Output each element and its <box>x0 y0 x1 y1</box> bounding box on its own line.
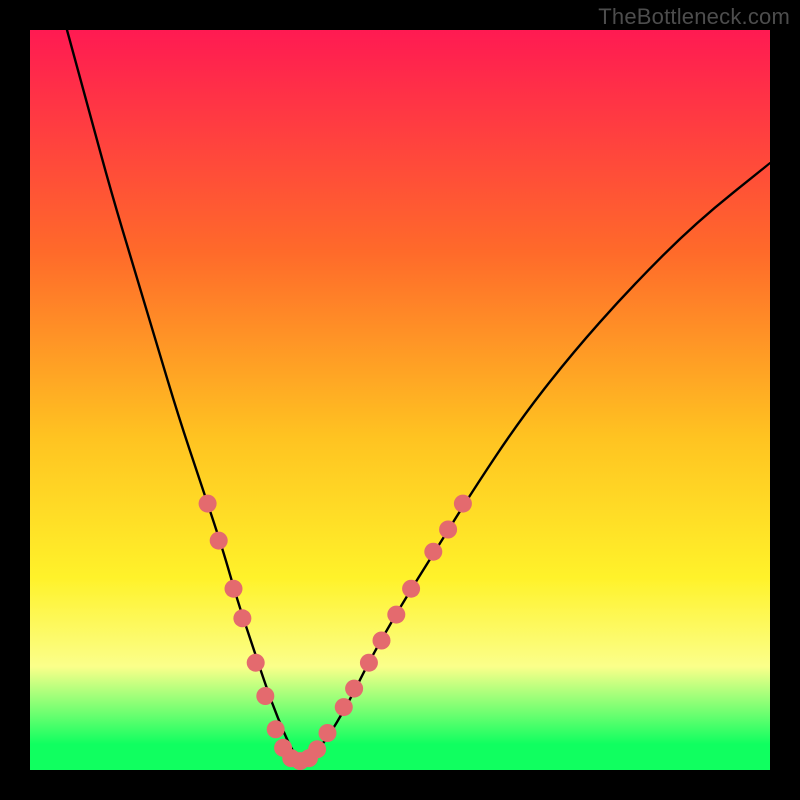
curve-marker <box>360 654 378 672</box>
curve-marker <box>210 532 228 550</box>
curve-marker <box>439 521 457 539</box>
curve-marker <box>233 609 251 627</box>
curve-marker <box>225 580 243 598</box>
curve-marker <box>267 720 285 738</box>
curve-marker <box>387 606 405 624</box>
watermark-text: TheBottleneck.com <box>598 4 790 30</box>
curve-marker <box>402 580 420 598</box>
curve-marker <box>454 495 472 513</box>
curve-marker <box>199 495 217 513</box>
curve-marker <box>308 740 326 758</box>
chart-svg <box>30 30 770 770</box>
curve-marker <box>318 724 336 742</box>
gradient-background <box>30 30 770 770</box>
chart-frame: TheBottleneck.com <box>0 0 800 800</box>
curve-marker <box>345 680 363 698</box>
curve-marker <box>256 687 274 705</box>
plot-area <box>30 30 770 770</box>
curve-marker <box>373 632 391 650</box>
curve-marker <box>424 543 442 561</box>
curve-marker <box>247 654 265 672</box>
curve-marker <box>335 698 353 716</box>
